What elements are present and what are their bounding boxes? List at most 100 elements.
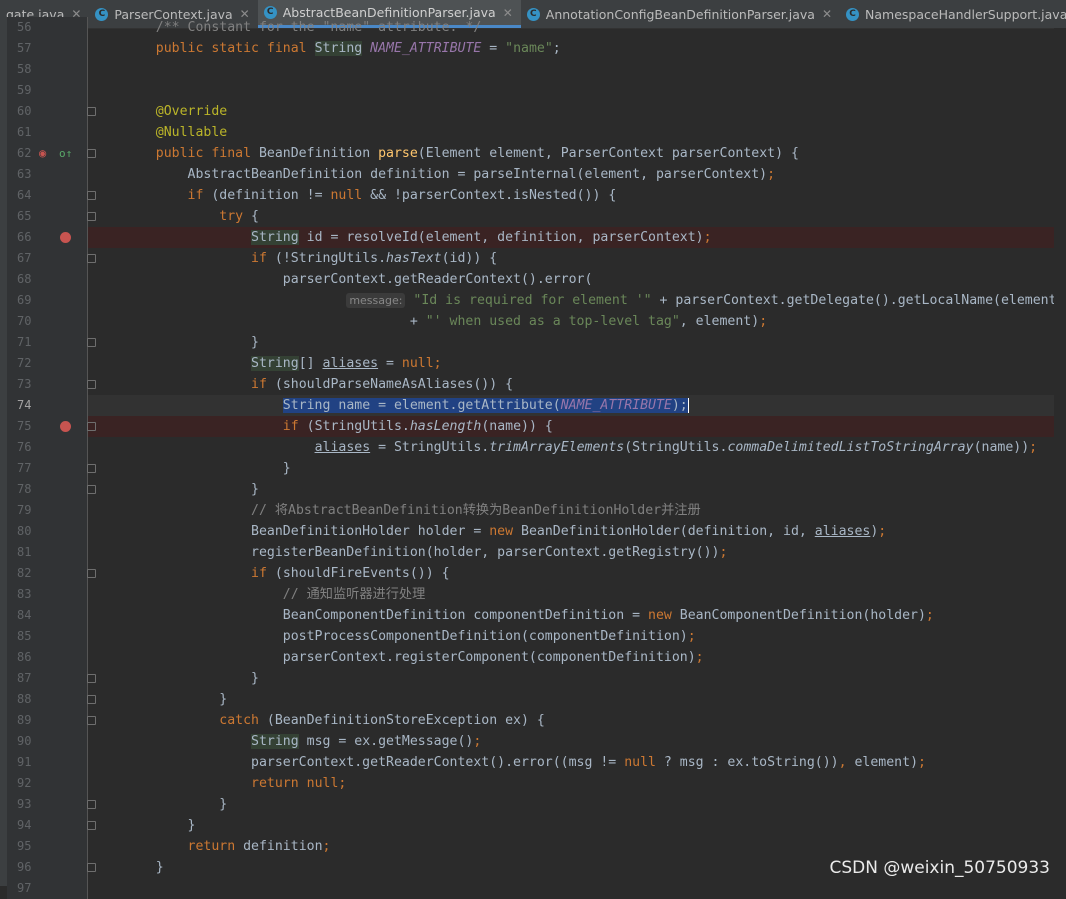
- gutter[interactable]: 67: [7, 248, 88, 269]
- gutter[interactable]: 92: [7, 773, 88, 794]
- gutter[interactable]: 62 ◉ o↑: [7, 143, 88, 164]
- gutter[interactable]: 76: [7, 437, 88, 458]
- gutter[interactable]: 73: [7, 374, 88, 395]
- code-line[interactable]: 81 registerBeanDefinition(holder, parser…: [7, 542, 1059, 563]
- overrides-icon[interactable]: ◉: [39, 143, 46, 164]
- gutter[interactable]: 80: [7, 521, 88, 542]
- fold-marker-icon[interactable]: [87, 674, 96, 683]
- gutter[interactable]: 88: [7, 689, 88, 710]
- code-line[interactable]: 83 // 通知监听器进行处理: [7, 584, 1059, 605]
- code-line[interactable]: 67 if (!StringUtils.hasText(id)) {: [7, 248, 1059, 269]
- code-line[interactable]: 56 /** Constant for the "name" attribute…: [7, 17, 1059, 38]
- gutter[interactable]: 90: [7, 731, 88, 752]
- gutter[interactable]: 59: [7, 80, 88, 101]
- fold-marker-icon[interactable]: [87, 107, 96, 116]
- code-line[interactable]: 85 postProcessComponentDefinition(compon…: [7, 626, 1059, 647]
- fold-marker-icon[interactable]: [87, 422, 96, 431]
- code-line[interactable]: 63 AbstractBeanDefinition definition = p…: [7, 164, 1059, 185]
- gutter[interactable]: 75: [7, 416, 88, 437]
- code-line[interactable]: 92 return null;: [7, 773, 1059, 794]
- code-line[interactable]: 72 String[] aliases = null;: [7, 353, 1059, 374]
- code-line[interactable]: 88 }: [7, 689, 1059, 710]
- code-line[interactable]: 82 if (shouldFireEvents()) {: [7, 563, 1059, 584]
- fold-marker-icon[interactable]: [87, 716, 96, 725]
- code-line[interactable]: 77 }: [7, 458, 1059, 479]
- code-line[interactable]: 74 String name = element.getAttribute(NA…: [7, 395, 1059, 416]
- code-line[interactable]: 87 }: [7, 668, 1059, 689]
- code-line[interactable]: 61 @Nullable: [7, 122, 1059, 143]
- fold-marker-icon[interactable]: [87, 338, 96, 347]
- gutter[interactable]: 89: [7, 710, 88, 731]
- breakpoint-icon[interactable]: [60, 421, 71, 432]
- code-line[interactable]: 94 }: [7, 815, 1059, 836]
- code-line[interactable]: 76 aliases = StringUtils.trimArrayElemen…: [7, 437, 1059, 458]
- code-line[interactable]: 80 BeanDefinitionHolder holder = new Bea…: [7, 521, 1059, 542]
- gutter[interactable]: 94: [7, 815, 88, 836]
- code-line[interactable]: 78 }: [7, 479, 1059, 500]
- fold-marker-icon[interactable]: [87, 569, 96, 578]
- fold-marker-icon[interactable]: [87, 254, 96, 263]
- code-line[interactable]: 89 catch (BeanDefinitionStoreException e…: [7, 710, 1059, 731]
- gutter[interactable]: 63: [7, 164, 88, 185]
- gutter[interactable]: 82: [7, 563, 88, 584]
- code-line[interactable]: 91 parserContext.getReaderContext().erro…: [7, 752, 1059, 773]
- gutter[interactable]: 65: [7, 206, 88, 227]
- gutter[interactable]: 56: [7, 17, 88, 38]
- gutter[interactable]: 97: [7, 878, 88, 899]
- gutter[interactable]: 86: [7, 647, 88, 668]
- gutter[interactable]: 91: [7, 752, 88, 773]
- gutter[interactable]: 84: [7, 605, 88, 626]
- gutter[interactable]: 95: [7, 836, 88, 857]
- code-line[interactable]: 62 ◉ o↑ public final BeanDefinition parse(…: [7, 143, 1059, 164]
- gutter[interactable]: 71: [7, 332, 88, 353]
- code-line[interactable]: 66 String id = resolveId(element, defini…: [7, 227, 1059, 248]
- code-line[interactable]: 86 parserContext.registerComponent(compo…: [7, 647, 1059, 668]
- code-line[interactable]: 90 String msg = ex.getMessage();: [7, 731, 1059, 752]
- code-editor[interactable]: 56 /** Constant for the "name" attribute…: [7, 17, 1066, 899]
- fold-marker-icon[interactable]: [87, 800, 96, 809]
- gutter[interactable]: 61: [7, 122, 88, 143]
- code-line[interactable]: 58: [7, 59, 1059, 80]
- vertical-scrollbar[interactable]: [1054, 28, 1066, 886]
- fold-marker-icon[interactable]: [87, 212, 96, 221]
- fold-marker-icon[interactable]: [87, 485, 96, 494]
- gutter[interactable]: 74: [7, 395, 88, 416]
- code-line[interactable]: 69 message: "Id is required for element …: [7, 290, 1064, 311]
- code-line[interactable]: 73 if (shouldParseNameAsAliases()) {: [7, 374, 1059, 395]
- gutter[interactable]: 57: [7, 38, 88, 59]
- gutter[interactable]: 69: [7, 290, 88, 311]
- fold-marker-icon[interactable]: [87, 863, 96, 872]
- code-line[interactable]: 68 parserContext.getReaderContext().erro…: [7, 269, 1059, 290]
- gutter[interactable]: 64: [7, 185, 88, 206]
- code-line[interactable]: 70 + "' when used as a top-level tag", e…: [7, 311, 1059, 332]
- gutter[interactable]: 60: [7, 101, 88, 122]
- code-line[interactable]: 84 BeanComponentDefinition componentDefi…: [7, 605, 1059, 626]
- fold-marker-icon[interactable]: [87, 821, 96, 830]
- gutter[interactable]: 70: [7, 311, 88, 332]
- breakpoint-icon[interactable]: [60, 232, 71, 243]
- code-line[interactable]: 93 }: [7, 794, 1059, 815]
- gutter[interactable]: 83: [7, 584, 88, 605]
- gutter[interactable]: 81: [7, 542, 88, 563]
- code-line[interactable]: 59: [7, 80, 1059, 101]
- gutter[interactable]: 79: [7, 500, 88, 521]
- code-line[interactable]: 95 return definition;: [7, 836, 1059, 857]
- gutter[interactable]: 68: [7, 269, 88, 290]
- gutter[interactable]: 93: [7, 794, 88, 815]
- override-marker-icon[interactable]: o↑: [59, 143, 72, 164]
- gutter[interactable]: 78: [7, 479, 88, 500]
- fold-marker-icon[interactable]: [87, 191, 96, 200]
- gutter[interactable]: 96: [7, 857, 88, 878]
- code-line[interactable]: 71 }: [7, 332, 1059, 353]
- fold-marker-icon[interactable]: [87, 149, 96, 158]
- gutter[interactable]: 58: [7, 59, 88, 80]
- code-line[interactable]: 60 @Override: [7, 101, 1059, 122]
- gutter[interactable]: 72: [7, 353, 88, 374]
- code-line[interactable]: 75 if (StringUtils.hasLength(name)) {: [7, 416, 1059, 437]
- gutter[interactable]: 66: [7, 227, 88, 248]
- fold-marker-icon[interactable]: [87, 380, 96, 389]
- fold-marker-icon[interactable]: [87, 695, 96, 704]
- code-line[interactable]: 97: [7, 878, 1059, 899]
- gutter[interactable]: 87: [7, 668, 88, 689]
- code-line[interactable]: 57 public static final String NAME_ATTRI…: [7, 38, 1059, 59]
